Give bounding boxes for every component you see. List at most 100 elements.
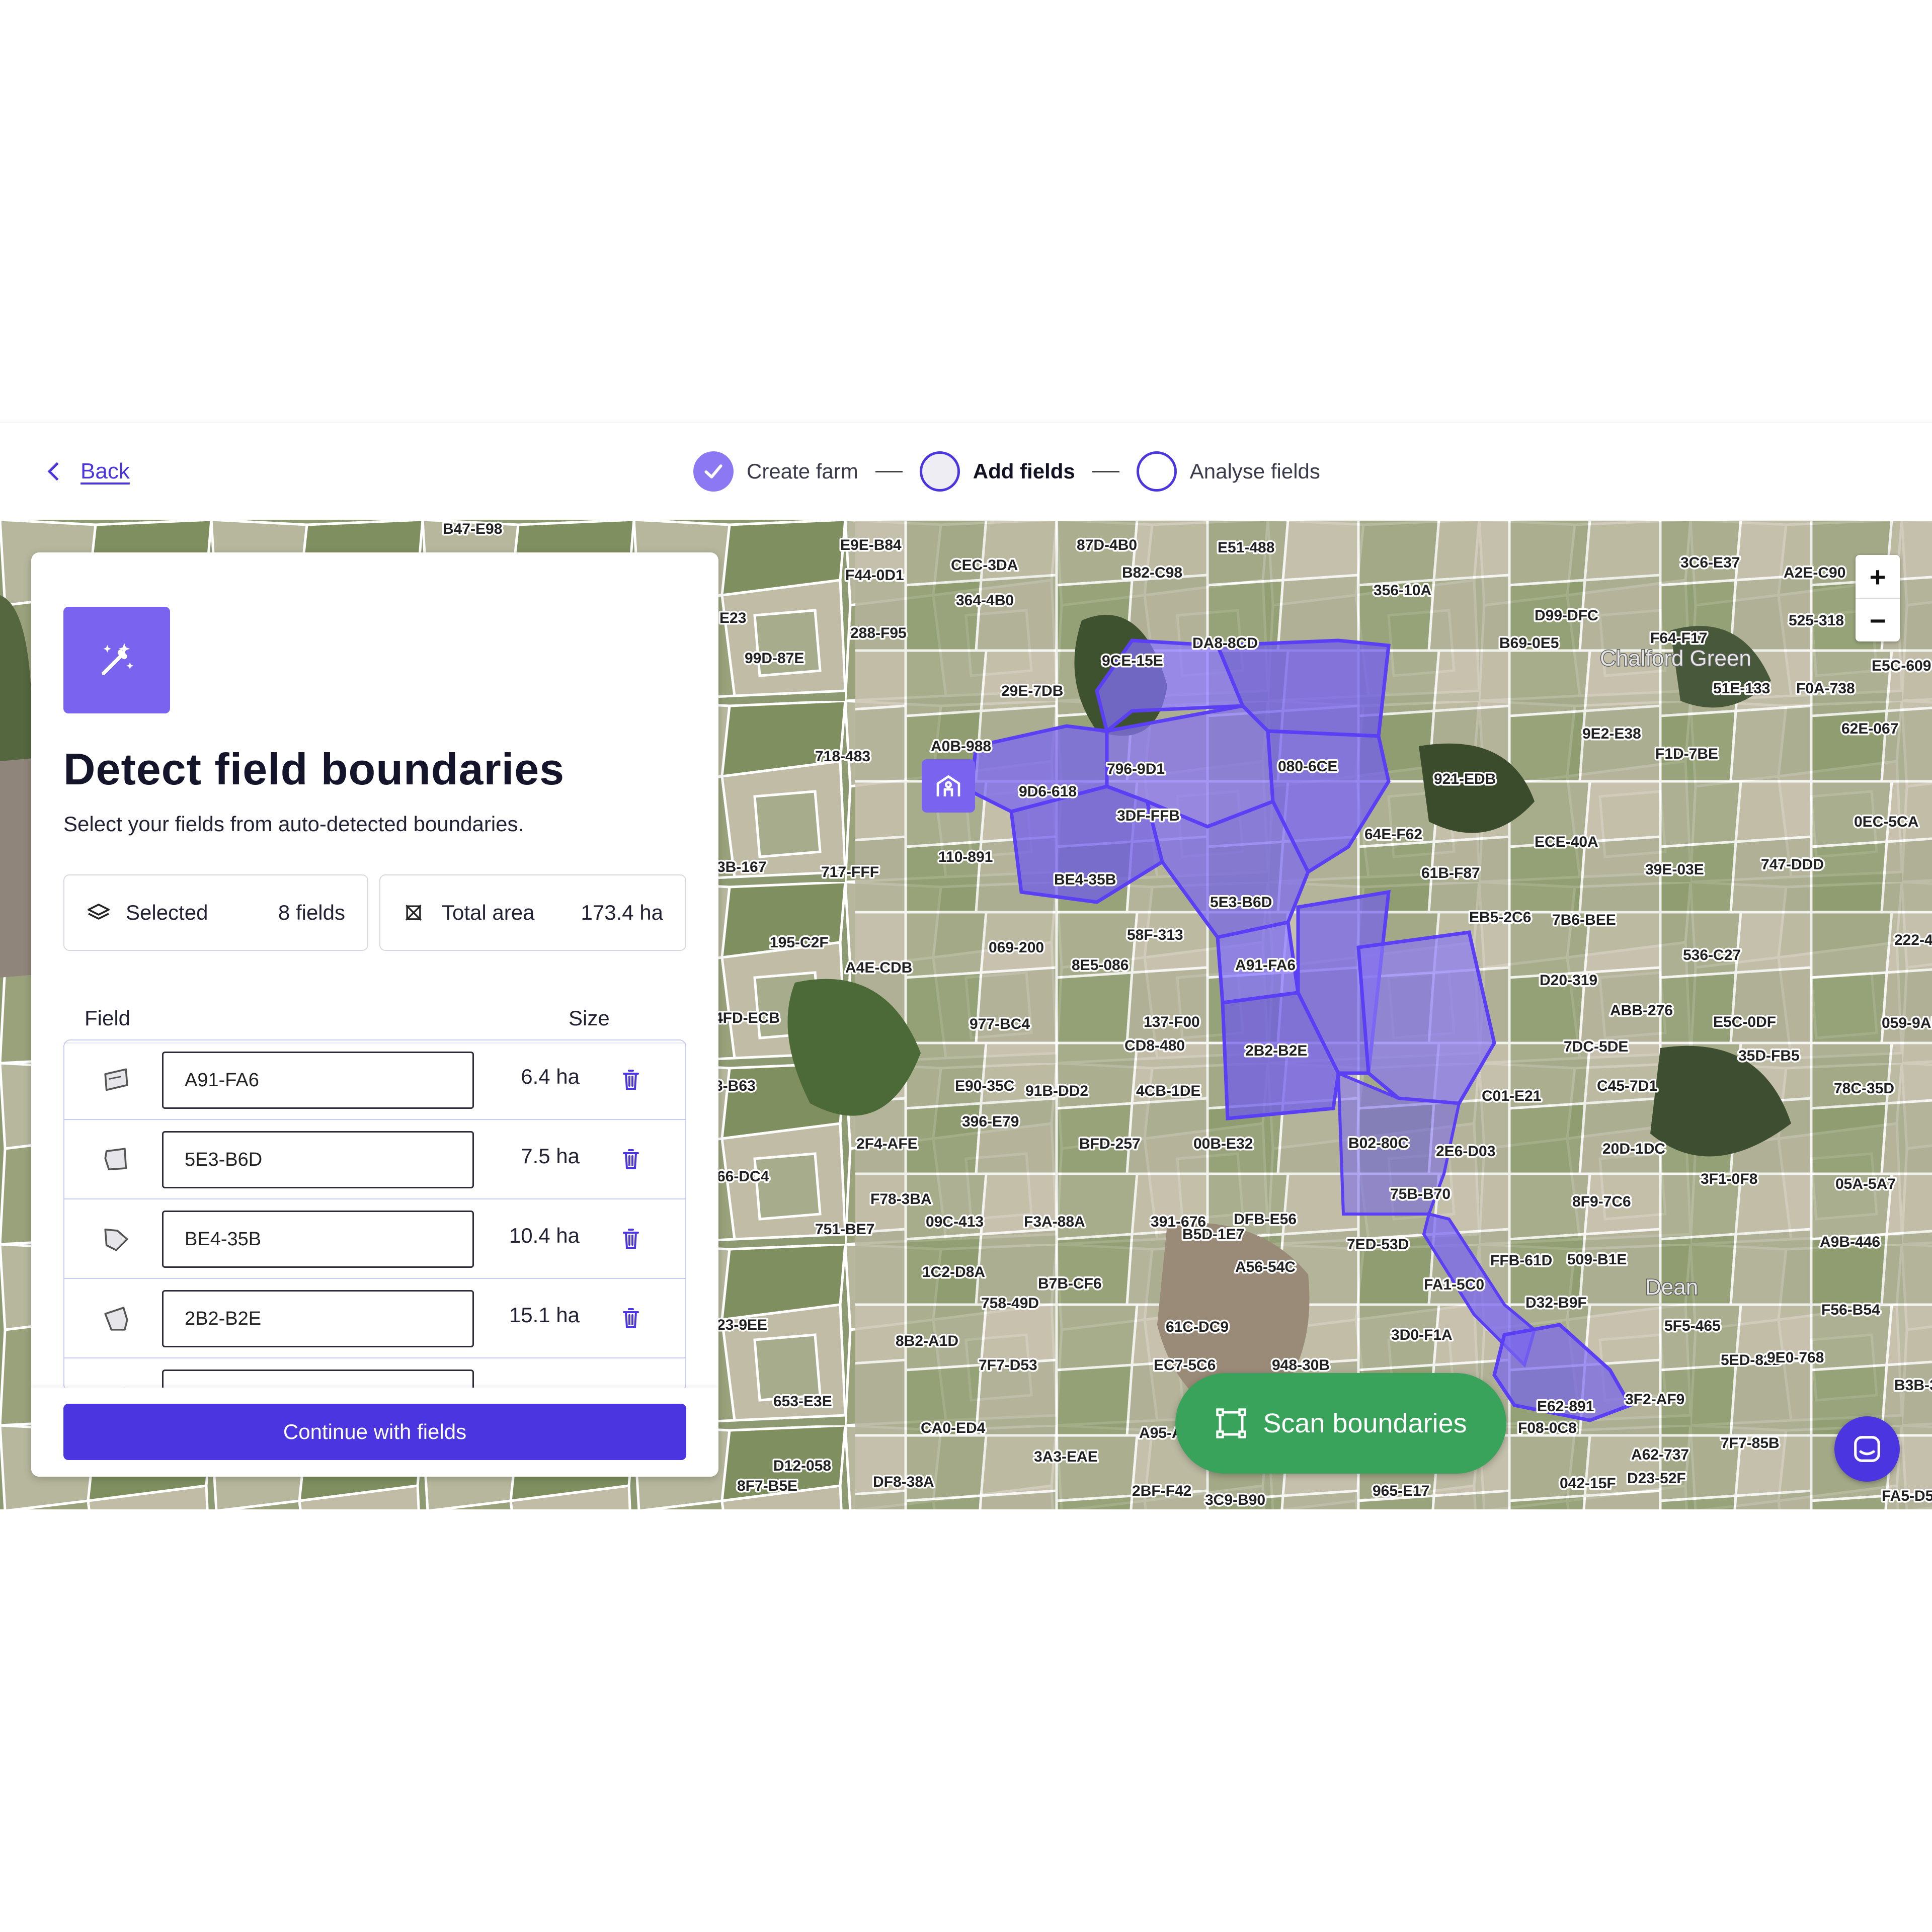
- field-label[interactable]: 3C6-E37: [1679, 553, 1742, 573]
- field-label[interactable]: 3-B63: [713, 1076, 758, 1096]
- field-label[interactable]: F0A-738: [1795, 679, 1857, 699]
- trash-icon[interactable]: [621, 1306, 641, 1330]
- field-label[interactable]: CA0-ED4: [919, 1418, 988, 1438]
- field-label[interactable]: 137-F00: [1142, 1012, 1202, 1032]
- field-label[interactable]: A9B-446: [1818, 1232, 1882, 1252]
- field-name-input[interactable]: BE4-35B: [162, 1211, 474, 1268]
- field-label[interactable]: 23-9EE: [715, 1315, 769, 1335]
- field-label[interactable]: 3D0-F1A: [1390, 1325, 1455, 1345]
- field-label[interactable]: B02-80C: [1347, 1134, 1411, 1154]
- field-label[interactable]: 3B-167: [715, 857, 768, 877]
- field-label[interactable]: 39E-03E: [1644, 860, 1706, 880]
- field-label[interactable]: E23: [718, 608, 748, 628]
- field-label[interactable]: B69-0E5: [1498, 633, 1561, 654]
- field-label[interactable]: 78C-35D: [1832, 1079, 1896, 1099]
- field-label[interactable]: 35D-FB5: [1737, 1046, 1802, 1066]
- field-label[interactable]: 288-F95: [849, 623, 909, 643]
- field-label[interactable]: 64E-F62: [1363, 825, 1424, 845]
- field-label[interactable]: F3A-88A: [1022, 1212, 1087, 1232]
- field-label[interactable]: 91B-DD2: [1024, 1081, 1090, 1101]
- field-label[interactable]: 536-C27: [1681, 945, 1743, 965]
- field-label[interactable]: 718-483: [814, 747, 872, 767]
- field-label[interactable]: 758-49D: [980, 1294, 1041, 1314]
- field-label[interactable]: A4E-CDB: [844, 958, 914, 978]
- field-label[interactable]: D99-DFC: [1533, 606, 1600, 626]
- field-label[interactable]: ECE-40A: [1533, 832, 1600, 852]
- field-label[interactable]: A0B-988: [929, 737, 993, 757]
- field-label[interactable]: 195-C2F: [768, 933, 831, 953]
- field-label[interactable]: 0EC-5CA: [1853, 812, 1920, 832]
- table-row[interactable]: 5E3-B6D 7.5 ha: [64, 1120, 685, 1199]
- field-label[interactable]: 9D6-618: [1017, 782, 1079, 802]
- field-label[interactable]: 396-E79: [960, 1112, 1021, 1132]
- field-label[interactable]: 042-15F: [1558, 1474, 1618, 1494]
- field-label[interactable]: B3B-3: [1893, 1376, 1932, 1396]
- field-label[interactable]: 747-DDD: [1759, 855, 1826, 875]
- field-label[interactable]: 796-9D1: [1105, 759, 1167, 779]
- field-label[interactable]: B47-E98: [441, 520, 504, 539]
- field-label[interactable]: 525-318: [1787, 611, 1846, 631]
- field-label[interactable]: 751-BE7: [814, 1220, 876, 1240]
- chat-launcher-button[interactable]: [1834, 1416, 1900, 1482]
- field-label[interactable]: 5E3-B6D: [1209, 893, 1274, 913]
- field-label[interactable]: 653-E3E: [772, 1392, 834, 1412]
- field-label[interactable]: 51E-133: [1712, 679, 1772, 699]
- field-label[interactable]: 948-30B: [1270, 1355, 1332, 1376]
- field-label[interactable]: C01-E21: [1480, 1086, 1543, 1106]
- field-label[interactable]: FA1-5C0: [1422, 1275, 1486, 1295]
- field-label[interactable]: 4CB-1DE: [1135, 1081, 1202, 1101]
- field-label[interactable]: 965-E17: [1371, 1481, 1431, 1501]
- field-label[interactable]: F78-3BA: [869, 1189, 934, 1210]
- fields-list[interactable]: A91-FA6 6.4 ha 5E3-B6D 7.5 ha BE4-35B 10…: [63, 1039, 686, 1392]
- trash-icon[interactable]: [621, 1147, 641, 1171]
- field-label[interactable]: 717-FFF: [820, 862, 881, 882]
- step-analyse-fields[interactable]: Analyse fields: [1136, 451, 1320, 492]
- field-label[interactable]: 3DF-FFB: [1115, 806, 1182, 826]
- field-label[interactable]: 9E0-768: [1765, 1348, 1826, 1368]
- trash-icon[interactable]: [621, 1068, 641, 1092]
- field-label[interactable]: 9E2-E38: [1581, 724, 1643, 744]
- field-label[interactable]: 977-BC4: [968, 1014, 1032, 1034]
- field-label[interactable]: CD8-480: [1123, 1036, 1187, 1056]
- field-label[interactable]: A56-54C: [1234, 1257, 1298, 1277]
- table-row[interactable]: A91-FA6 6.4 ha: [64, 1040, 685, 1120]
- trash-icon[interactable]: [621, 1227, 641, 1251]
- field-label[interactable]: 069-200: [987, 938, 1046, 958]
- field-label[interactable]: 110-891: [937, 847, 995, 867]
- field-label[interactable]: B82-C98: [1120, 563, 1184, 583]
- field-label[interactable]: 356-10A: [1372, 581, 1433, 601]
- field-label[interactable]: 3A3-EAE: [1032, 1447, 1100, 1467]
- field-label[interactable]: 7B6-BEE: [1551, 910, 1618, 930]
- scan-boundaries-button[interactable]: Scan boundaries: [1175, 1373, 1506, 1474]
- field-name-input[interactable]: 5E3-B6D: [162, 1131, 474, 1188]
- field-label[interactable]: 61B-F87: [1420, 863, 1482, 883]
- field-label[interactable]: 1C2-D8A: [921, 1262, 987, 1282]
- field-label[interactable]: 7ED-53D: [1345, 1235, 1411, 1255]
- field-label[interactable]: F56-B54: [1820, 1300, 1882, 1320]
- table-row[interactable]: 2B2-B2E 15.1 ha: [64, 1279, 685, 1358]
- field-label[interactable]: E90-35C: [953, 1076, 1016, 1096]
- field-label[interactable]: ABB-276: [1608, 1001, 1675, 1021]
- field-label[interactable]: DFB-E56: [1232, 1210, 1299, 1230]
- field-label[interactable]: FA5-D57: [1880, 1486, 1932, 1506]
- field-label[interactable]: 62E-067: [1840, 719, 1900, 739]
- field-label[interactable]: E5C-609: [1870, 656, 1932, 676]
- field-label[interactable]: 8F9-7C6: [1571, 1192, 1633, 1212]
- field-label[interactable]: 05A-5A7: [1834, 1174, 1898, 1194]
- field-label[interactable]: 7F7-D53: [977, 1355, 1039, 1376]
- field-name-input[interactable]: 2B2-B2E: [162, 1290, 474, 1347]
- field-label[interactable]: 4FD-ECB: [713, 1008, 782, 1028]
- field-name-input[interactable]: A91-FA6: [162, 1052, 474, 1109]
- field-label[interactable]: B5D-1E7: [1181, 1225, 1246, 1245]
- field-label[interactable]: B7B-CF6: [1036, 1274, 1104, 1294]
- field-label[interactable]: 7DC-5DE: [1562, 1037, 1630, 1057]
- field-label[interactable]: D12-058: [772, 1456, 833, 1476]
- field-label[interactable]: A2E-C90: [1782, 563, 1847, 583]
- field-label[interactable]: 059-9AB: [1880, 1013, 1932, 1033]
- field-label[interactable]: 2E6-D03: [1434, 1142, 1497, 1162]
- field-label[interactable]: 3C9-B90: [1203, 1490, 1267, 1510]
- field-label[interactable]: F64-F17: [1649, 628, 1709, 649]
- field-label[interactable]: BE4-35B: [1053, 870, 1118, 890]
- field-label[interactable]: C45-7D1: [1595, 1076, 1659, 1096]
- field-label[interactable]: 3F1-0F8: [1699, 1169, 1759, 1189]
